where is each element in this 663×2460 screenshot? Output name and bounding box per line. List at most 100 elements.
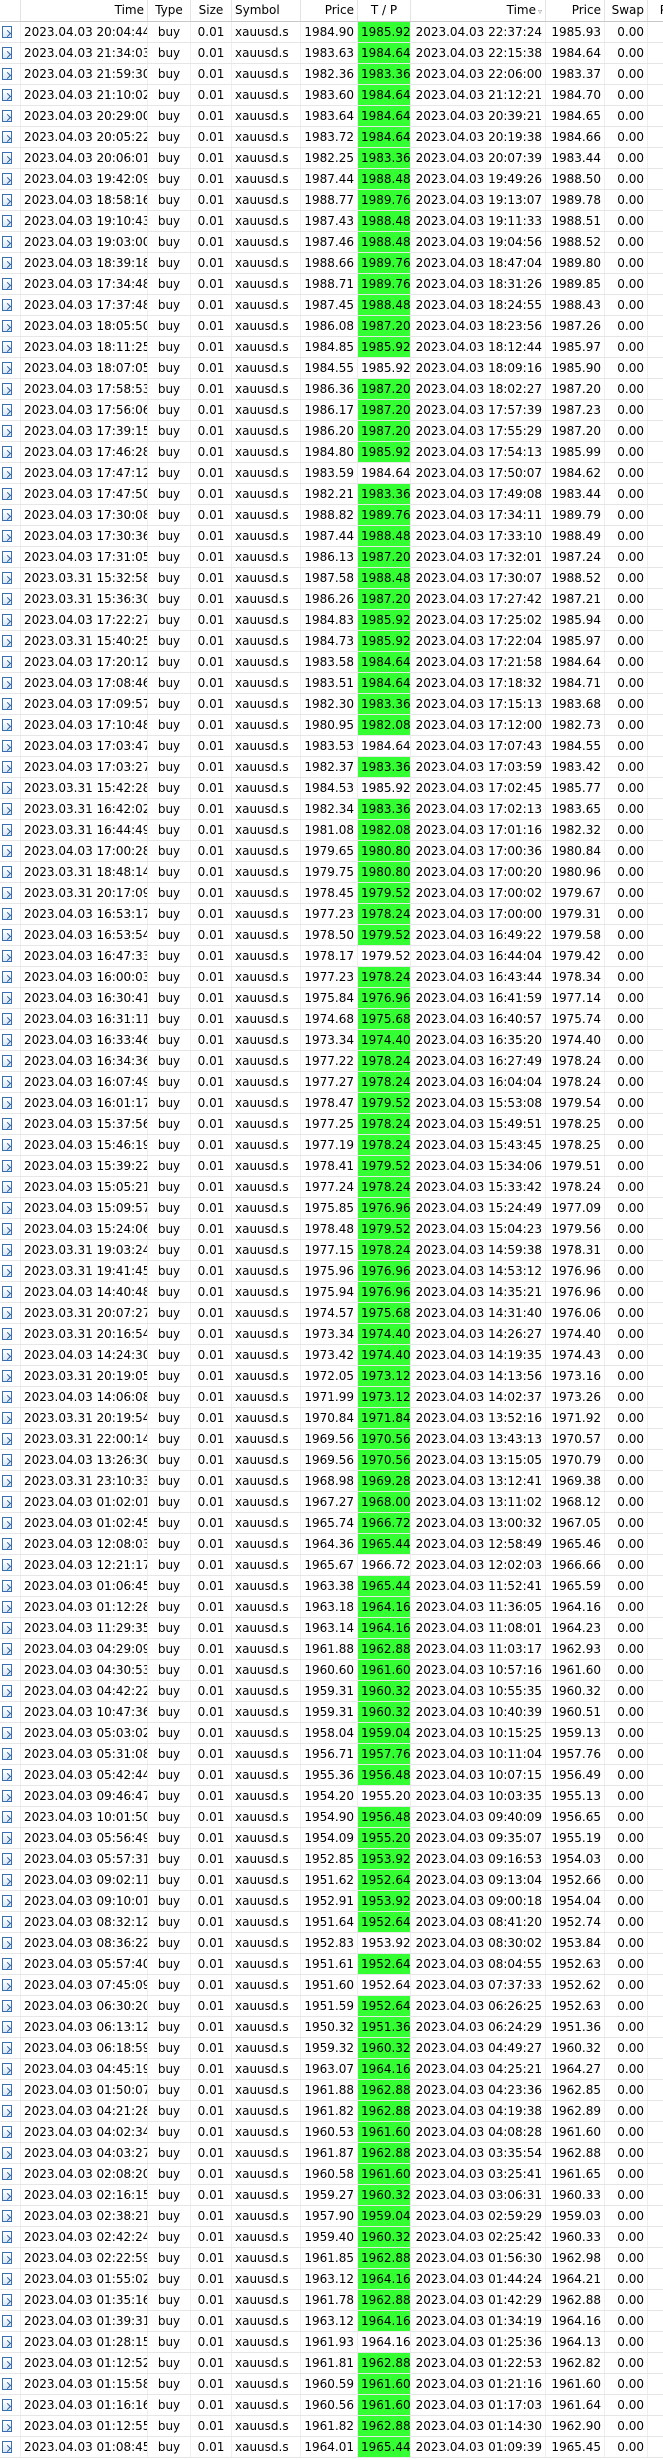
table-row[interactable]: 2023.03.31 16:42:02 buy 0.01 xauusd.s 1982.3… [0,798,663,820]
table-row[interactable]: 2023.04.03 16:47:33 buy 0.01 xauusd.s 1978.1… [0,945,663,967]
table-row[interactable]: 2023.04.03 16:34:36 buy 0.01 xauusd.s 1977.2… [0,1050,663,1072]
table-row[interactable]: 2023.03.31 20:16:54 buy 0.01 xauusd.s 1973.3… [0,1323,663,1345]
table-row[interactable]: 2023.04.03 17:10:48 buy 0.01 xauusd.s 1980.9… [0,714,663,736]
table-row[interactable]: 2023.04.03 14:40:48 buy 0.01 xauusd.s 1975.9… [0,1281,663,1303]
table-row[interactable]: 2023.03.31 19:41:45 buy 0.01 xauusd.s 1975.9… [0,1260,663,1282]
table-row[interactable]: 2023.04.03 20:29:00 buy 0.01 xauusd.s 1983.6… [0,105,663,127]
table-row[interactable]: 2023.04.03 08:32:12 buy 0.01 xauusd.s 1951.6… [0,1911,663,1933]
table-row[interactable]: 2023.04.03 01:35:16 buy 0.01 xauusd.s 1961.7… [0,2289,663,2311]
table-row[interactable]: 2023.04.03 20:04:44 buy 0.01 xauusd.s 1984.9… [0,21,663,43]
table-row[interactable]: 2023.04.03 04:45:19 buy 0.01 xauusd.s 1963.0… [0,2058,663,2080]
table-row[interactable]: 2023.04.03 19:10:43 buy 0.01 xauusd.s 1987.4… [0,210,663,232]
table-row[interactable]: 2023.03.31 20:17:09 buy 0.01 xauusd.s 1978.4… [0,882,663,904]
table-row[interactable]: 2023.03.31 22:00:14 buy 0.01 xauusd.s 1969.5… [0,1428,663,1450]
table-row[interactable]: 2023.03.31 20:19:54 buy 0.01 xauusd.s 1970.8… [0,1407,663,1429]
table-row[interactable]: 2023.03.31 19:03:24 buy 0.01 xauusd.s 1977.1… [0,1239,663,1261]
table-row[interactable]: 2023.04.03 17:58:53 buy 0.01 xauusd.s 1986.3… [0,378,663,400]
table-row[interactable]: 2023.04.03 18:58:16 buy 0.01 xauusd.s 1988.7… [0,189,663,211]
table-row[interactable]: 2023.03.31 20:07:27 buy 0.01 xauusd.s 1974.5… [0,1302,663,1324]
table-row[interactable]: 2023.04.03 10:01:50 buy 0.01 xauusd.s 1954.9… [0,1806,663,1828]
table-row[interactable]: 2023.04.03 17:34:48 buy 0.01 xauusd.s 1988.7… [0,273,663,295]
table-row[interactable]: 2023.04.03 17:30:36 buy 0.01 xauusd.s 1987.4… [0,525,663,547]
table-row[interactable]: 2023.04.03 17:30:08 buy 0.01 xauusd.s 1988.8… [0,504,663,526]
table-row[interactable]: 2023.04.03 21:10:02 buy 0.01 xauusd.s 1983.6… [0,84,663,106]
table-row[interactable]: 2023.04.03 13:26:30 buy 0.01 xauusd.s 1969.5… [0,1449,663,1471]
table-row[interactable]: 2023.04.03 16:30:41 buy 0.01 xauusd.s 1975.8… [0,987,663,1009]
table-row[interactable]: 2023.04.03 17:39:15 buy 0.01 xauusd.s 1986.2… [0,420,663,442]
table-row[interactable]: 2023.04.03 18:05:50 buy 0.01 xauusd.s 1986.0… [0,315,663,337]
table-row[interactable]: 2023.04.03 19:03:00 buy 0.01 xauusd.s 1987.4… [0,231,663,253]
type-column-header[interactable]: Type [147,0,191,22]
table-row[interactable]: 2023.03.31 18:48:14 buy 0.01 xauusd.s 1979.7… [0,861,663,883]
table-row[interactable]: 2023.04.03 02:08:20 buy 0.01 xauusd.s 1960.5… [0,2163,663,2185]
table-row[interactable]: 2023.04.03 18:39:18 buy 0.01 xauusd.s 1988.6… [0,252,663,274]
table-row[interactable]: 2023.04.03 09:02:11 buy 0.01 xauusd.s 1951.6… [0,1869,663,1891]
table-row[interactable]: 2023.04.03 01:12:28 buy 0.01 xauusd.s 1963.1… [0,1596,663,1618]
table-row[interactable]: 2023.04.03 17:56:06 buy 0.01 xauusd.s 1986.1… [0,399,663,421]
table-row[interactable]: 2023.04.03 06:13:12 buy 0.01 xauusd.s 1950.3… [0,2016,663,2038]
table-row[interactable]: 2023.04.03 05:42:44 buy 0.01 xauusd.s 1955.3… [0,1764,663,1786]
table-row[interactable]: 2023.04.03 01:08:45 buy 0.01 xauusd.s 1964.0… [0,2436,663,2458]
table-row[interactable]: 2023.04.03 02:22:59 buy 0.01 xauusd.s 1961.8… [0,2247,663,2269]
table-row[interactable]: 2023.04.03 16:31:11 buy 0.01 xauusd.s 1974.6… [0,1008,663,1030]
table-row[interactable]: 2023.04.03 01:02:01 buy 0.01 xauusd.s 1967.2… [0,1491,663,1513]
table-row[interactable]: 2023.04.03 17:31:05 buy 0.01 xauusd.s 1986.1… [0,546,663,568]
table-row[interactable]: 2023.04.03 10:47:36 buy 0.01 xauusd.s 1959.3… [0,1701,663,1723]
open-time-column-header[interactable]: Time [20,0,148,22]
close-time-column-header[interactable]: Time ▿ [410,0,546,22]
size-column-header[interactable]: Size [190,0,232,22]
table-row[interactable]: 2023.04.03 05:56:49 buy 0.01 xauusd.s 1954.0… [0,1827,663,1849]
table-row[interactable]: 2023.04.03 01:16:16 buy 0.01 xauusd.s 1960.5… [0,2394,663,2416]
table-row[interactable]: 2023.04.03 01:28:15 buy 0.01 xauusd.s 1961.9… [0,2331,663,2353]
table-row[interactable]: 2023.04.03 17:47:12 buy 0.01 xauusd.s 1983.5… [0,462,663,484]
table-row[interactable]: 2023.04.03 16:33:46 buy 0.01 xauusd.s 1973.3… [0,1029,663,1051]
table-row[interactable]: 2023.04.03 07:45:09 buy 0.01 xauusd.s 1951.6… [0,1974,663,1996]
table-row[interactable]: 2023.04.03 06:30:20 buy 0.01 xauusd.s 1951.5… [0,1995,663,2017]
table-row[interactable]: 2023.04.03 04:21:28 buy 0.01 xauusd.s 1961.8… [0,2100,663,2122]
table-row[interactable]: 2023.04.03 01:02:45 buy 0.01 xauusd.s 1965.7… [0,1512,663,1534]
table-row[interactable]: 2023.04.03 11:29:35 buy 0.01 xauusd.s 1963.1… [0,1617,663,1639]
table-row[interactable]: 2023.04.03 15:24:06 buy 0.01 xauusd.s 1978.4… [0,1218,663,1240]
table-row[interactable]: 2023.04.03 09:46:47 buy 0.01 xauusd.s 1954.2… [0,1785,663,1807]
profit-column-header[interactable]: Profit [647,0,663,22]
table-row[interactable]: 2023.04.03 17:37:48 buy 0.01 xauusd.s 1987.4… [0,294,663,316]
table-row[interactable]: 2023.04.03 02:16:15 buy 0.01 xauusd.s 1959.2… [0,2184,663,2206]
table-row[interactable]: 2023.04.03 16:53:54 buy 0.01 xauusd.s 1978.5… [0,924,663,946]
take-profit-column-header[interactable]: T / P [357,0,411,22]
table-row[interactable]: 2023.04.03 01:50:07 buy 0.01 xauusd.s 1961.8… [0,2079,663,2101]
table-row[interactable]: 2023.03.31 15:32:58 buy 0.01 xauusd.s 1987.5… [0,567,663,589]
table-row[interactable]: 2023.04.03 04:02:34 buy 0.01 xauusd.s 1960.5… [0,2121,663,2143]
table-row[interactable]: 2023.03.31 15:40:25 buy 0.01 xauusd.s 1984.7… [0,630,663,652]
swap-column-header[interactable]: Swap [604,0,648,22]
table-row[interactable]: 2023.04.03 17:00:28 buy 0.01 xauusd.s 1979.6… [0,840,663,862]
symbol-column-header[interactable]: Symbol [231,0,301,22]
table-row[interactable]: 2023.04.03 17:03:47 buy 0.01 xauusd.s 1983.5… [0,735,663,757]
table-row[interactable]: 2023.04.03 04:42:22 buy 0.01 xauusd.s 1959.3… [0,1680,663,1702]
table-row[interactable]: 2023.04.03 09:10:01 buy 0.01 xauusd.s 1952.9… [0,1890,663,1912]
table-row[interactable]: 2023.04.03 05:57:31 buy 0.01 xauusd.s 1952.8… [0,1848,663,1870]
table-row[interactable]: 2023.04.03 16:00:03 buy 0.01 xauusd.s 1977.2… [0,966,663,988]
table-row[interactable]: 2023.04.03 15:09:57 buy 0.01 xauusd.s 1975.8… [0,1197,663,1219]
table-row[interactable]: 2023.04.03 01:39:31 buy 0.01 xauusd.s 1963.1… [0,2310,663,2332]
table-row[interactable]: 2023.04.03 17:08:46 buy 0.01 xauusd.s 1983.5… [0,672,663,694]
table-row[interactable]: 2023.04.03 01:12:55 buy 0.01 xauusd.s 1961.8… [0,2415,663,2437]
table-row[interactable]: 2023.04.03 21:59:30 buy 0.01 xauusd.s 1982.3… [0,63,663,85]
table-row[interactable]: 2023.04.03 04:30:53 buy 0.01 xauusd.s 1960.6… [0,1659,663,1681]
table-row[interactable]: 2023.04.03 12:08:03 buy 0.01 xauusd.s 1964.3… [0,1533,663,1555]
table-row[interactable]: 2023.03.31 15:42:28 buy 0.01 xauusd.s 1984.5… [0,777,663,799]
table-row[interactable]: 2023.04.03 01:06:45 buy 0.01 xauusd.s 1963.3… [0,1575,663,1597]
table-row[interactable]: 2023.04.03 02:42:24 buy 0.01 xauusd.s 1959.4… [0,2226,663,2248]
table-row[interactable]: 2023.04.03 04:29:09 buy 0.01 xauusd.s 1961.8… [0,1638,663,1660]
table-row[interactable]: 2023.04.03 01:15:58 buy 0.01 xauusd.s 1960.5… [0,2373,663,2395]
table-row[interactable]: 2023.03.31 20:19:05 buy 0.01 xauusd.s 1972.0… [0,1365,663,1387]
table-row[interactable]: 2023.04.03 02:38:21 buy 0.01 xauusd.s 1957.9… [0,2205,663,2227]
table-row[interactable]: 2023.04.03 20:05:22 buy 0.01 xauusd.s 1983.7… [0,126,663,148]
table-row[interactable]: 2023.04.03 17:47:50 buy 0.01 xauusd.s 1982.2… [0,483,663,505]
table-row[interactable]: 2023.04.03 15:46:19 buy 0.01 xauusd.s 1977.1… [0,1134,663,1156]
table-row[interactable]: 2023.04.03 15:37:56 buy 0.01 xauusd.s 1977.2… [0,1113,663,1135]
table-row[interactable]: 2023.03.31 16:44:49 buy 0.01 xauusd.s 1981.0… [0,819,663,841]
table-row[interactable]: 2023.04.03 17:20:12 buy 0.01 xauusd.s 1983.5… [0,651,663,673]
close-price-column-header[interactable]: Price [545,0,605,22]
table-row[interactable]: 2023.03.31 15:36:30 buy 0.01 xauusd.s 1986.2… [0,588,663,610]
table-row[interactable]: 2023.04.03 14:06:08 buy 0.01 xauusd.s 1971.9… [0,1386,663,1408]
